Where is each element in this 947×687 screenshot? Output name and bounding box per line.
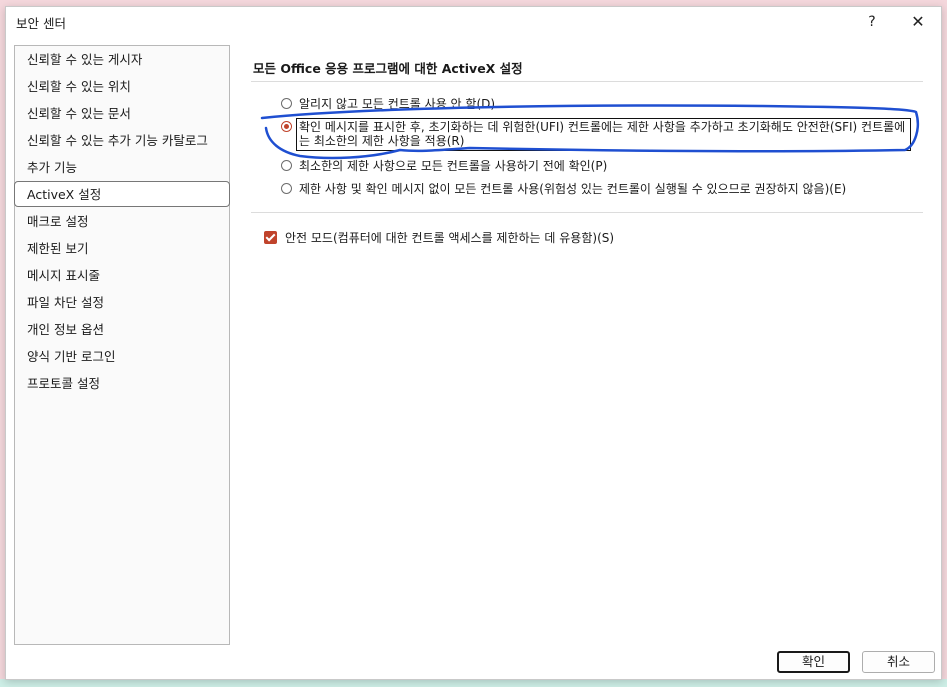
option-enable-all-label: 제한 사항 및 확인 메시지 없이 모든 컨트롤 사용(위험성 있는 컨트롤이 … — [299, 182, 847, 196]
cancel-button[interactable]: 취소 — [862, 651, 935, 673]
ok-button[interactable]: 확인 — [777, 651, 850, 673]
radio-prompt-minimal[interactable] — [281, 160, 292, 171]
option-disable-all-label: 알리지 않고 모든 컨트롤 사용 안 함(D) — [299, 97, 496, 111]
option-prompt-minimal-label: 최소한의 제한 사항으로 모든 컨트롤을 사용하기 전에 확인(P) — [299, 159, 608, 173]
trust-center-dialog: 보안 센터 ? ✕ 신뢰할 수 있는 게시자 신뢰할 수 있는 위치 신뢰할 수… — [5, 6, 942, 680]
sidebar-item-protocol-settings[interactable]: 프로토콜 설정 — [15, 371, 229, 397]
sidebar-item-trusted-addin-catalogs[interactable]: 신뢰할 수 있는 추가 기능 카탈로그 — [15, 128, 229, 154]
sidebar-item-file-block-settings[interactable]: 파일 차단 설정 — [15, 290, 229, 316]
sidebar-item-trusted-publishers[interactable]: 신뢰할 수 있는 게시자 — [15, 47, 229, 73]
sidebar-item-privacy-options[interactable]: 개인 정보 옵션 — [15, 317, 229, 343]
radio-prompt-restrict[interactable] — [281, 121, 292, 132]
settings-panel: 모든 Office 응용 프로그램에 대한 ActiveX 설정 알리지 않고 … — [251, 45, 923, 645]
close-button[interactable]: ✕ — [905, 11, 931, 33]
safe-mode-checkbox[interactable] — [264, 231, 277, 244]
sidebar-item-trusted-locations[interactable]: 신뢰할 수 있는 위치 — [15, 74, 229, 100]
option-prompt-restrict-label: 확인 메시지를 표시한 후, 초기화하는 데 위험한(UFI) 컨트롤에는 제한… — [299, 120, 906, 148]
section-title: 모든 Office 응용 프로그램에 대한 ActiveX 설정 — [253, 61, 523, 76]
title-bar: 보안 센터 ? ✕ — [6, 7, 941, 37]
dialog-title: 보안 센터 — [16, 16, 66, 31]
radio-enable-all[interactable] — [281, 183, 292, 194]
sidebar-item-protected-view[interactable]: 제한된 보기 — [15, 236, 229, 262]
divider — [251, 212, 923, 213]
safe-mode-label: 안전 모드(컴퓨터에 대한 컨트롤 액세스를 제한하는 데 유용함)(S) — [285, 231, 615, 245]
sidebar-item-addins[interactable]: 추가 기능 — [15, 155, 229, 181]
background-strip — [0, 679, 947, 687]
sidebar-item-form-based-signin[interactable]: 양식 기반 로그인 — [15, 344, 229, 370]
sidebar-item-macro-settings[interactable]: 매크로 설정 — [15, 209, 229, 235]
divider — [251, 81, 923, 82]
sidebar-item-activex-settings[interactable]: ActiveX 설정 — [14, 181, 230, 207]
radio-disable-all[interactable] — [281, 98, 292, 109]
sidebar: 신뢰할 수 있는 게시자 신뢰할 수 있는 위치 신뢰할 수 있는 문서 신뢰할… — [14, 45, 230, 645]
sidebar-item-trusted-documents[interactable]: 신뢰할 수 있는 문서 — [15, 101, 229, 127]
sidebar-item-message-bar[interactable]: 메시지 표시줄 — [15, 263, 229, 289]
help-button[interactable]: ? — [859, 11, 885, 33]
